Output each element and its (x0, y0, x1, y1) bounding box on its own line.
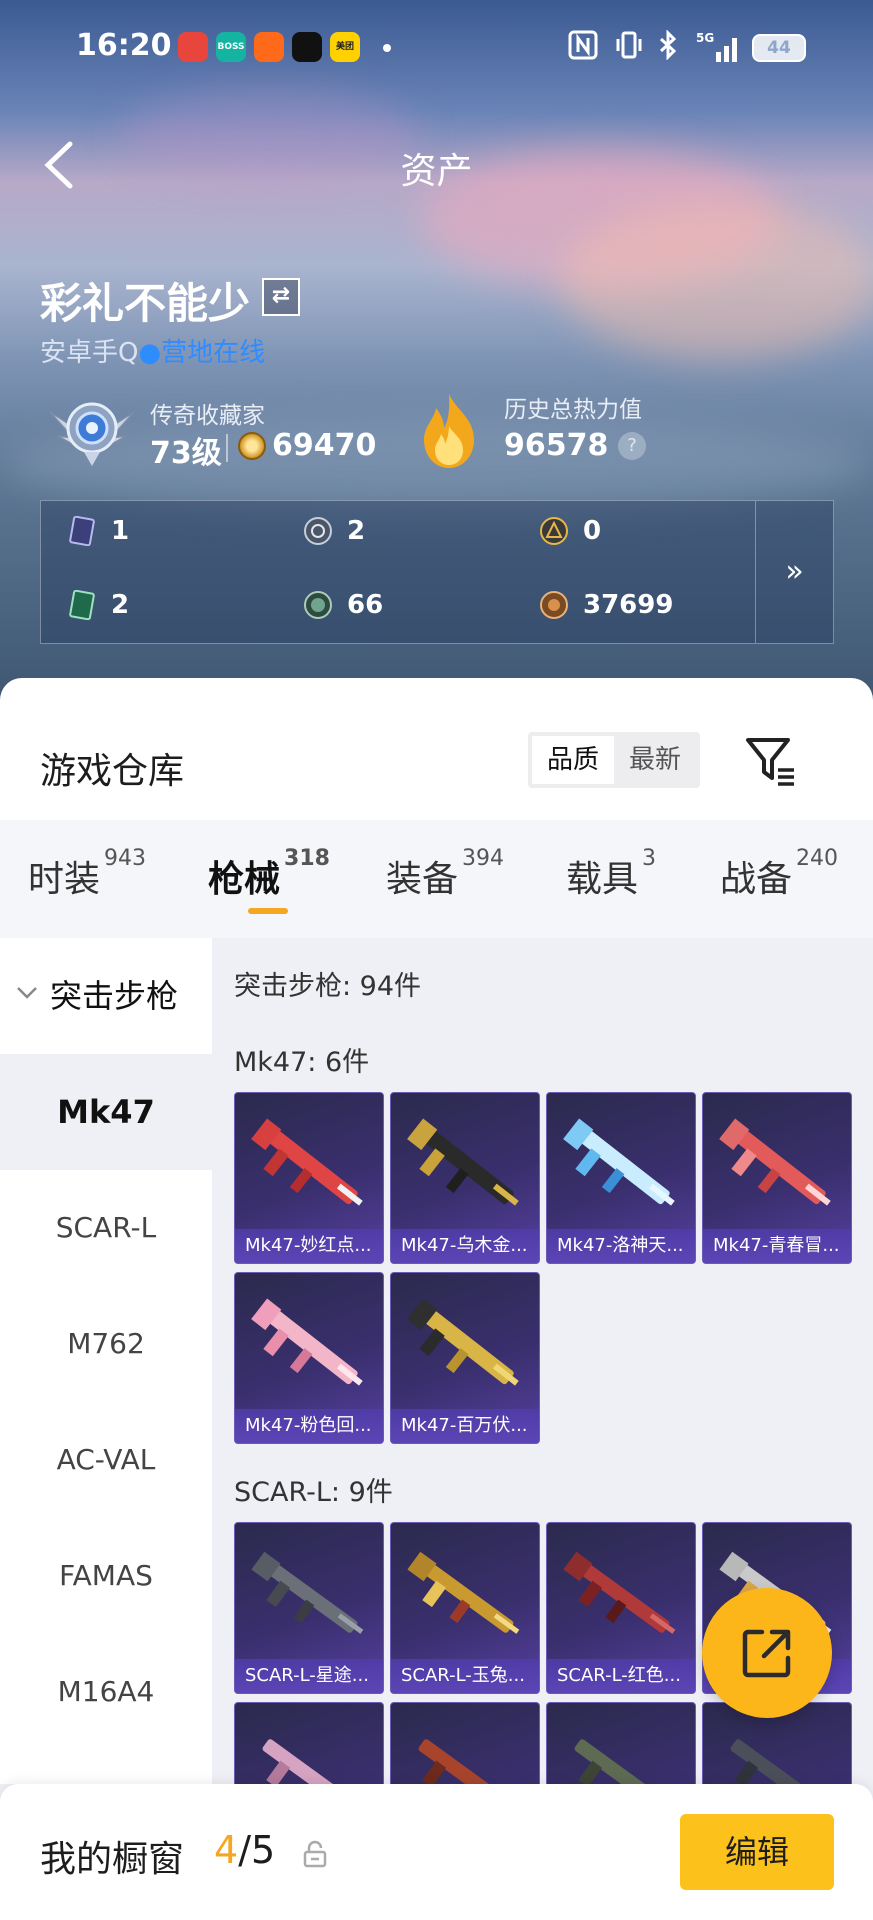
sidebar-category[interactable]: 突击步枪 (0, 938, 212, 1054)
battery-indicator: 44 (752, 34, 806, 62)
skin-card[interactable]: Mk47-妙红点... (234, 1092, 384, 1264)
orange-app-icon (254, 32, 284, 62)
tab-equipment[interactable]: 装备394 (386, 846, 504, 902)
tab-fashion[interactable]: 时装943 (28, 846, 146, 902)
skin-card[interactable]: Mk47-百万伏... (390, 1272, 540, 1444)
skin-card[interactable]: Mk47-洛神天... (546, 1092, 696, 1264)
sort-quality-button[interactable]: 品质 (532, 736, 614, 784)
skin-card[interactable]: Mk47-乌木金... (390, 1092, 540, 1264)
tab-vehicles[interactable]: 载具3 (566, 846, 656, 902)
sidebar-item-m762[interactable]: M762 (0, 1286, 212, 1402)
status-bar: 16:20 BOSS 美团 5G 44 (0, 20, 873, 76)
sidebar-item-scar-l[interactable]: SCAR-L (0, 1170, 212, 1286)
resource-panel[interactable]: 1 2 0 2 66 37699 » (40, 500, 834, 644)
filter-icon[interactable] (744, 734, 798, 788)
showcase-label: 我的橱窗 (40, 1839, 185, 1880)
more-resources-button[interactable]: » (755, 501, 833, 643)
more-notifications-dot (383, 44, 391, 52)
online-dot: ● (138, 338, 162, 368)
skin-card[interactable]: Mk47-粉色回... (234, 1272, 384, 1444)
rifle-icon (574, 1739, 670, 1784)
account-info: 安卓手Q●营地在线 (40, 332, 265, 369)
skin-card[interactable]: SCAR-L-星途... (234, 1522, 384, 1694)
showcase-bar: 我的橱窗 4/5 编辑 (0, 1784, 873, 1920)
skin-card[interactable] (234, 1702, 384, 1784)
switch-account-button[interactable]: ⇄ (262, 278, 300, 316)
sidebar-item-famas[interactable]: FAMAS (0, 1518, 212, 1634)
rifle-icon (407, 1551, 520, 1634)
svg-text:5G: 5G (696, 31, 714, 45)
platform-label: 安卓手Q (40, 338, 139, 368)
sort-newest-button[interactable]: 最新 (614, 736, 696, 784)
rifle-icon (719, 1118, 831, 1206)
rifle-icon (418, 1739, 514, 1784)
green-card-icon (69, 590, 95, 620)
coin-balance: 69470 (272, 428, 377, 463)
boss-app-icon: BOSS (216, 32, 246, 62)
collector-level: 73级 (150, 436, 222, 471)
meituan-app-icon: 美团 (330, 32, 360, 62)
share-button[interactable] (702, 1588, 832, 1718)
flame-icon (418, 392, 480, 470)
heat-title: 历史总热力值 (504, 397, 642, 423)
vibrate-icon (614, 30, 644, 64)
rifle-icon (262, 1739, 358, 1784)
divider (226, 434, 228, 462)
gold-coin-icon (540, 517, 568, 545)
sidebar-item-ac-val[interactable]: AC-VAL (0, 1402, 212, 1518)
category-tabs: 时装943 枪械318 装备394 载具3 战备240 (0, 820, 873, 938)
share-icon (742, 1629, 791, 1678)
group-title-scar-l: SCAR-L: 9件 (234, 1477, 393, 1508)
rifle-icon (563, 1118, 675, 1206)
category-summary: 突击步枪: 94件 (234, 971, 422, 1002)
collector-badge-icon (44, 390, 140, 468)
active-tab-indicator (248, 908, 288, 914)
weapon-sidebar: 突击步枪 Mk47 SCAR-L M762 AC-VAL FAMAS M16A4 (0, 938, 212, 1784)
rifle-icon (407, 1118, 519, 1206)
group-title-mk47: Mk47: 6件 (234, 1047, 370, 1078)
cell-signal-icon: 5G (696, 30, 742, 64)
page-title: 资产 (400, 151, 473, 192)
lock-icon (303, 1840, 327, 1868)
rifle-icon (251, 1298, 363, 1386)
cloud (560, 200, 873, 360)
skin-card[interactable]: SCAR-L-红色... (546, 1522, 696, 1694)
warehouse-header: 游戏仓库 品质 最新 (0, 678, 873, 820)
skin-card[interactable]: Mk47-青春冒... (702, 1092, 852, 1264)
sort-toggle: 品质 最新 (528, 732, 700, 788)
profile-header: 16:20 BOSS 美团 5G 44 资产 彩礼不能少 ⇄ 安卓手Q●营地在线 (0, 0, 873, 700)
rifle-icon (563, 1551, 676, 1634)
rifle-icon (251, 1118, 363, 1206)
rifle-icon (251, 1551, 364, 1634)
chevron-down-icon (17, 987, 37, 999)
username: 彩礼不能少 (40, 279, 251, 328)
status-time: 16:20 (76, 28, 172, 63)
sidebar-item-m16a4[interactable]: M16A4 (0, 1634, 212, 1750)
rifle-icon (407, 1298, 519, 1386)
warehouse-title: 游戏仓库 (40, 751, 185, 792)
help-icon[interactable]: ? (618, 432, 646, 460)
sidebar-item-mk47[interactable]: Mk47 (0, 1054, 212, 1170)
skin-card[interactable] (546, 1702, 696, 1784)
green-orb-icon (304, 591, 332, 619)
bluetooth-icon (656, 29, 680, 64)
heat-value: 96578 (504, 428, 609, 463)
tab-weapons[interactable]: 枪械318 (208, 846, 330, 902)
silver-coin-icon (304, 517, 332, 545)
gold-coin-icon (238, 432, 266, 460)
red-app-icon (178, 32, 208, 62)
edit-button[interactable]: 编辑 (680, 1814, 834, 1890)
rifle-icon (730, 1739, 826, 1784)
nfc-icon (568, 30, 598, 64)
tab-supplies[interactable]: 战备240 (720, 846, 838, 902)
tiktok-app-icon (292, 32, 322, 62)
skin-card[interactable]: SCAR-L-玉兔... (390, 1522, 540, 1694)
collector-title: 传奇收藏家 (150, 403, 265, 429)
purple-card-icon (69, 516, 95, 546)
showcase-count: 4/5 (214, 1828, 276, 1872)
skin-card[interactable] (390, 1702, 540, 1784)
online-status: 营地在线 (161, 338, 266, 368)
bronze-coin-icon (540, 591, 568, 619)
